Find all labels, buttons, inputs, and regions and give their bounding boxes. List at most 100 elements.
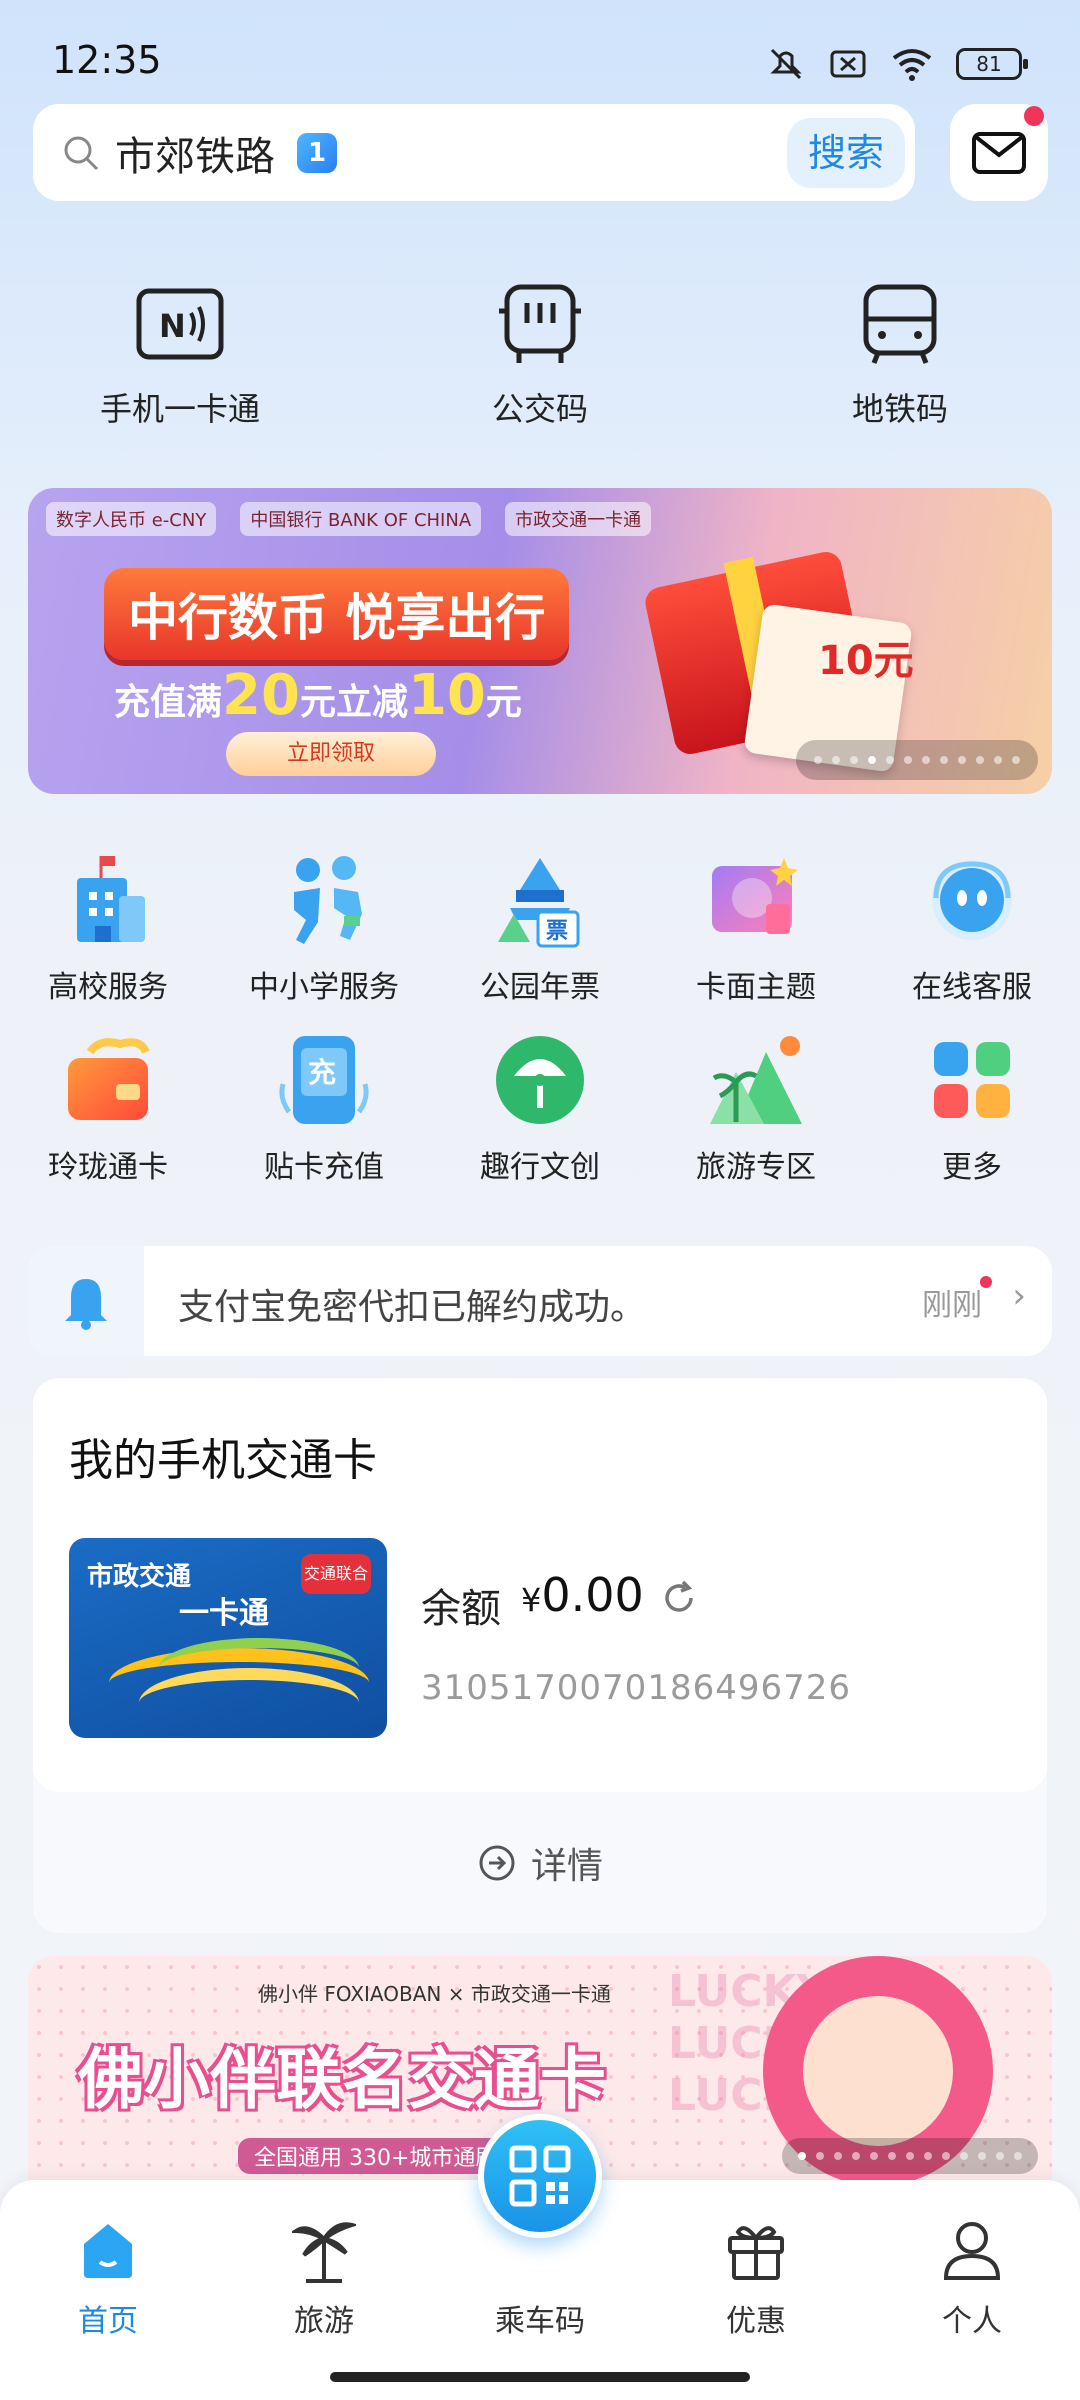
notification-bar[interactable]: 支付宝免密代扣已解约成功。 刚刚 › (28, 1246, 1052, 1356)
bus-icon (420, 280, 660, 370)
nav-home[interactable]: 首页 (8, 2210, 208, 2340)
students-icon (216, 850, 432, 950)
service-travel-zone-label: 旅游专区 (696, 1150, 816, 1185)
transit-card-logo2: 一卡通 (179, 1596, 269, 1631)
my-transit-card-section: 我的手机交通卡 市政交通 一卡通 交通联合 余额 ¥0.00 310517007… (33, 1378, 1047, 1933)
details-button[interactable]: 详情 (33, 1792, 1047, 1933)
nav-travel[interactable]: 旅游 (224, 2210, 424, 2340)
service-online-support[interactable]: 在线客服 (864, 850, 1080, 1006)
status-bar: 12:35 81 (0, 0, 1080, 120)
arrow-circle-icon (479, 1845, 515, 1880)
refresh-icon[interactable] (659, 1578, 699, 1622)
quick-access-row: N 手机一卡通 公交码 地铁码 (0, 280, 1080, 430)
my-card-title: 我的手机交通卡 (69, 1435, 377, 1486)
service-card-theme-label: 卡面主题 (696, 970, 816, 1005)
svg-text:N: N (159, 307, 186, 345)
service-more[interactable]: 更多 (864, 1030, 1080, 1186)
card-recharge-icon: 充 (216, 1030, 432, 1130)
status-icons: 81 (766, 44, 1028, 84)
service-more-label: 更多 (942, 1150, 1002, 1185)
home-icon (8, 2210, 208, 2290)
search-icon (55, 127, 107, 179)
banner-sub-amount1: 20 (222, 663, 300, 728)
banner-sub-prefix: 充值满 (114, 682, 223, 723)
service-students[interactable]: 中小学服务 (216, 850, 432, 1006)
mail-button[interactable] (950, 104, 1048, 201)
service-card-recharge-label: 贴卡充值 (264, 1150, 384, 1185)
nav-home-label: 首页 (78, 2304, 138, 2339)
mail-icon (972, 131, 1026, 174)
linglong-card-icon (0, 1030, 216, 1130)
currency-symbol: ¥ (521, 1581, 542, 1619)
quick-nfc-card[interactable]: N 手机一卡通 (60, 280, 300, 430)
university-icon (0, 850, 216, 950)
nav-profile[interactable]: 个人 (872, 2210, 1072, 2340)
bottom-navigation: 首页 旅游 乘车码 优惠 个人 (0, 2114, 1080, 2400)
qr-code-icon (509, 2145, 571, 2207)
notification-text: 支付宝免密代扣已解约成功。 (178, 1287, 647, 1328)
banner-claim-button[interactable]: 立即领取 (226, 732, 436, 776)
nav-ride-code-label[interactable]: 乘车码 (440, 2296, 640, 2340)
quick-nfc-card-label: 手机一卡通 (99, 390, 260, 428)
search-bar[interactable]: 市郊铁路 1 搜索 (33, 104, 915, 201)
person-icon (872, 2210, 1072, 2290)
chevron-right-icon: › (1012, 1276, 1026, 1316)
transit-card-image[interactable]: 市政交通 一卡通 交通联合 (69, 1538, 387, 1738)
palm-tree-icon (224, 2210, 424, 2290)
service-park-ticket[interactable]: 票 公园年票 (432, 850, 648, 1006)
no-sim-icon (830, 50, 866, 78)
search-app-badge: 1 (297, 132, 337, 173)
banner-sub-suffix: 元 (485, 682, 522, 723)
quick-bus-code[interactable]: 公交码 (420, 280, 660, 430)
wifi-icon (892, 49, 932, 81)
service-creative[interactable]: 趣行文创 (432, 1030, 648, 1186)
svg-text:票: 票 (546, 919, 568, 944)
quick-subway-code-label: 地铁码 (851, 390, 948, 428)
banner-pagination (796, 740, 1038, 780)
card-stripe (159, 1638, 359, 1698)
park-ticket-icon: 票 (432, 850, 648, 950)
promo-subtitle: 全国通用 330+城市通刷 (238, 2138, 514, 2174)
ride-code-button[interactable] (478, 2114, 602, 2238)
svg-text:充: 充 (308, 1056, 336, 1089)
service-linglong-card[interactable]: 玲珑通卡 (0, 1030, 216, 1186)
banner-logo-ecny: 数字人民币 e-CNY (46, 502, 217, 536)
home-indicator[interactable] (330, 2372, 750, 2382)
banner-sub-amount2: 10 (407, 663, 486, 728)
balance-label: 余额 (421, 1586, 501, 1632)
creative-icon (432, 1030, 648, 1130)
notification-unread-dot (980, 1276, 992, 1288)
promo-banner-ecny[interactable]: 数字人民币 e-CNY 中国银行 BANK OF CHINA 市政交通一卡通 中… (28, 488, 1052, 794)
transit-card-badge: 交通联合 (301, 1554, 371, 1594)
mail-unread-dot (1024, 106, 1044, 126)
service-creative-label: 趣行文创 (480, 1150, 600, 1185)
search-button[interactable]: 搜索 (787, 118, 905, 188)
more-grid-icon (864, 1030, 1080, 1130)
quick-subway-code[interactable]: 地铁码 (780, 280, 1020, 430)
subway-icon (780, 280, 1020, 370)
banner-logo-boc: 中国银行 BANK OF CHINA (240, 502, 482, 536)
service-card-recharge[interactable]: 充 贴卡充值 (216, 1030, 432, 1186)
service-university[interactable]: 高校服务 (0, 850, 216, 1006)
card-theme-icon (648, 850, 864, 950)
my-transit-card[interactable]: 我的手机交通卡 市政交通 一卡通 交通联合 余额 ¥0.00 310517007… (33, 1378, 1047, 1792)
banner-sub-mid: 元立减 (299, 682, 408, 723)
service-linglong-card-label: 玲珑通卡 (48, 1150, 168, 1185)
service-university-label: 高校服务 (48, 970, 168, 1005)
service-travel-zone[interactable]: 旅游专区 (648, 1030, 864, 1186)
search-input[interactable]: 市郊铁路 (115, 124, 275, 182)
notification-time: 刚刚 (922, 1288, 982, 1323)
status-time: 12:35 (52, 38, 162, 82)
transit-card-logo: 市政交通 (87, 1562, 192, 1592)
service-card-theme[interactable]: 卡面主题 (648, 850, 864, 1006)
banner-logo-transit: 市政交通一卡通 (505, 502, 652, 536)
quick-bus-code-label: 公交码 (491, 390, 588, 428)
details-label: 详情 (530, 1845, 603, 1887)
nav-travel-label: 旅游 (294, 2304, 354, 2339)
gift-icon (656, 2210, 856, 2290)
promo-pagination (782, 2138, 1038, 2174)
nav-profile-label: 个人 (942, 2304, 1002, 2339)
red-envelope-amount: 10元 (818, 638, 914, 684)
nav-offers[interactable]: 优惠 (656, 2210, 856, 2340)
service-park-ticket-label: 公园年票 (480, 970, 600, 1005)
